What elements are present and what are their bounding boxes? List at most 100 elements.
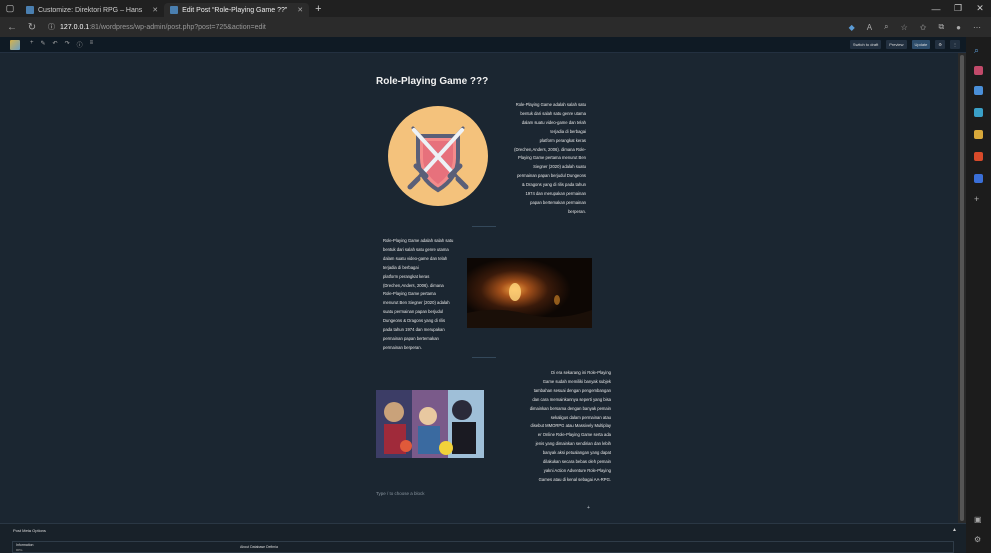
block-placeholder[interactable]: Type / to choose a block [376,491,425,496]
paragraph-line: menurut Ben Siegner (2020) adalah [383,300,450,306]
switch-to-draft-button[interactable]: Switch to draft [849,40,882,49]
shopping-icon[interactable] [974,66,983,75]
tab-label: Customize: Direktori RPG – Hans [38,6,143,14]
office-icon[interactable] [974,130,983,139]
paragraph-line: pada tahun 1974 dan merupakan [383,327,445,333]
add-block-icon[interactable]: + [30,40,34,49]
favorite-star-icon[interactable]: ☆ [901,23,908,32]
paragraph-line: permainan papan berjudul Dungeons [517,173,586,179]
meta-panel [12,541,954,553]
settings-gear-icon[interactable]: ⚙ [935,40,945,49]
post-title[interactable]: Role-Playing Game ??? [376,76,488,87]
preview-button[interactable]: Preview [886,40,907,49]
window-controls: — ❐ ✕ [925,0,991,17]
wordpress-favicon-icon [26,6,34,14]
paragraph-line: Dungeons & Dragons yang di rilis [383,318,446,324]
shield-swords-image[interactable] [388,106,488,206]
paragraph-line: platform perangkat keras [383,273,430,279]
paragraph-line: bentuk dari salah satu genre utama [520,110,586,116]
paragraph-line: dan cara memainkannya seperti yang bisa [532,396,611,402]
post-meta-options: Post Meta Options ▲ Information RPG Abou… [0,523,966,553]
browser-tab-bar: ▢ Customize: Direktori RPG – Hans ✕ Edit… [0,0,991,17]
games-icon[interactable] [974,108,983,117]
paragraph-line: Role-Playing Game adalah salah satu [383,238,454,243]
redo-icon[interactable]: ↷ [65,40,70,49]
read-aloud-icon[interactable]: A [867,23,872,32]
separator [472,226,496,227]
paragraph-line: papan bertemakan permainan [530,199,586,205]
collections-icon[interactable]: ⧉ [938,22,944,32]
cave-scene-image [467,258,592,328]
tools-icon[interactable]: ✎ [41,40,46,49]
dark-cave-photo[interactable] [467,258,592,328]
info-icon[interactable]: ⓘ [48,22,55,32]
paragraph-line: bentuk dari salah satu genre utama [383,246,449,252]
options-icon[interactable]: ⋮ [950,40,960,49]
browser-extensions: ◆ A ⌕ ☆ ✩ ⧉ ● ⋯ [849,17,981,37]
close-window-button[interactable]: ✕ [969,0,991,17]
paragraph-line: 1974 dan merupakan permainan [525,191,586,197]
paragraph-line: Game sudah memiliki banyak subjek [542,378,611,384]
undo-icon[interactable]: ↶ [53,40,58,49]
paragraph-line: (Drechen,Anders, 2006). dimana [383,282,444,288]
search-icon[interactable]: ⌕ [974,45,983,55]
wordpress-favicon-icon [170,6,179,14]
tab-edit-post[interactable]: Edit Post “Role-Playing Game ??” ✕ [164,3,310,17]
tab-label: Edit Post “Role-Playing Game ??” [182,6,288,14]
paragraph-line: Role-Playing Game pertama [383,291,436,297]
site-logo-icon[interactable] [10,39,20,50]
extension-icon[interactable]: ◆ [849,23,855,32]
reload-icon[interactable]: ↻ [24,22,40,33]
collapse-arrow-icon[interactable]: ▲ [952,527,957,533]
paragraph-3[interactable]: Di era sekarang ini Role-Playing Game su… [484,369,611,485]
paragraph-line: terjadia di berbagai [383,264,419,270]
paragraph-1[interactable]: Role-Playing Game adalah salah satu bent… [494,101,586,217]
paragraph-line: Siegner (2020) adalah suatu [533,164,586,170]
meta-tab-information[interactable]: Information [16,543,34,547]
collage-image [376,390,484,458]
window-menu-icon[interactable]: ▢ [0,0,20,17]
paragraph-line: permainan papan bertemakan [383,335,439,341]
split-screen-icon[interactable]: ▣ [974,515,983,524]
close-tab-icon[interactable]: ✕ [152,6,158,14]
paragraph-line: banyak aksi petualangan yang dapat [542,450,611,456]
address-bar-row: ← ↻ ⓘ 127.0.0.1:81/wordpress/wp-admin/po… [0,17,991,37]
restore-button[interactable]: ❐ [947,0,969,17]
tab-customize[interactable]: Customize: Direktori RPG – Hans ✕ [20,3,164,17]
url-host: 127.0.0.1 [60,23,90,31]
paragraph-line: suatu permainan papan berjudul [383,309,444,315]
paragraph-line: Games atau di kenal sebagai AA-RPG. [538,476,611,482]
paragraph-line: er Online Role-Playing Game serta ada [537,432,611,438]
paragraph-line: platform perangkat keras [539,137,586,143]
tools-icon[interactable] [974,86,983,95]
close-tab-icon[interactable]: ✕ [297,6,303,14]
paragraph-line: & Dragons yang di rilis pada tahun [521,182,586,188]
settings-gear-icon[interactable]: ⚙ [974,535,983,544]
profile-avatar[interactable]: ● [956,23,961,32]
add-sidebar-app-icon[interactable]: + [974,194,983,204]
update-button[interactable]: Update [911,40,931,49]
minimize-button[interactable]: — [925,0,947,17]
details-icon[interactable]: ⓘ [77,40,83,49]
outlook-icon[interactable] [974,152,983,161]
favorites-icon[interactable]: ✩ [920,23,927,32]
new-tab-button[interactable]: + [315,3,321,15]
paragraph-line: dalam suatu video-game dan telah [383,255,448,261]
add-block-icon[interactable]: + [587,505,590,511]
url-field[interactable]: ⓘ 127.0.0.1:81/wordpress/wp-admin/post.p… [48,22,266,32]
paragraph-line: Di era sekarang ini Role-Playing [551,370,611,375]
rpg-characters-collage[interactable] [376,390,484,458]
zoom-icon[interactable]: ⌕ [884,22,888,32]
paragraph-2[interactable]: Role-Playing Game adalah salah satu bent… [383,237,465,353]
more-menu-icon[interactable]: ⋯ [973,23,981,32]
list-view-icon[interactable]: ≡ [90,40,94,49]
paragraph-line: sekaligus dalam permainan atau [550,414,611,420]
paragraph-line: jenis yang dimainkan sendirian dan lebih [535,441,611,447]
paragraph-line: berperan. [568,208,586,214]
scrollbar-thumb[interactable] [960,55,964,521]
paragraph-line: yakni Action Adventure Role-Playing [543,467,611,473]
shield-swords-icon [407,126,469,193]
editor-scrollbar[interactable] [958,53,966,523]
back-arrow-icon[interactable]: ← [4,22,20,33]
drop-icon[interactable] [974,174,983,183]
